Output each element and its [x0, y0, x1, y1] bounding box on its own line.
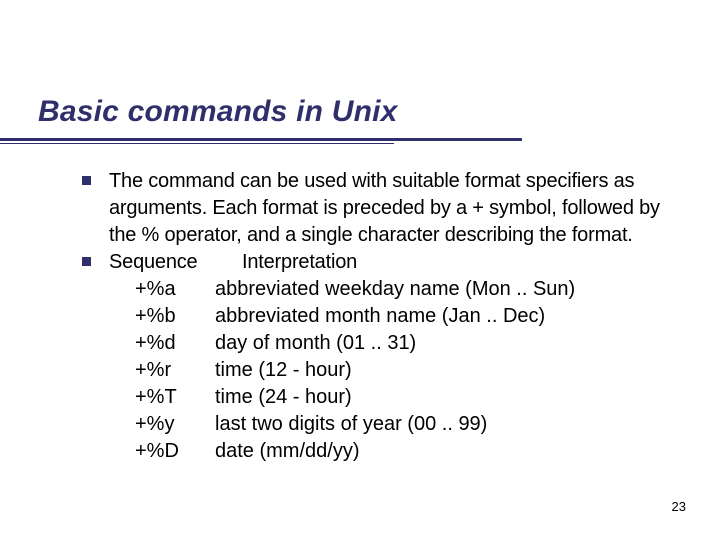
cell-sequence: +%a — [135, 276, 215, 303]
cell-interpretation: day of month (01 .. 31) — [215, 330, 416, 357]
cell-interpretation: abbreviated weekday name (Mon .. Sun) — [215, 276, 575, 303]
table-row: +%T time (24 - hour) — [135, 384, 680, 411]
header-interpretation: Interpretation — [242, 249, 357, 276]
table-row: +%y last two digits of year (00 .. 99) — [135, 411, 680, 438]
bullet-square-icon — [82, 176, 91, 185]
title-underline-thin — [0, 143, 394, 144]
cell-sequence: +%r — [135, 357, 215, 384]
table-row: +%b abbreviated month name (Jan .. Dec) — [135, 303, 680, 330]
cell-interpretation: date (mm/dd/yy) — [215, 438, 359, 465]
cell-interpretation: abbreviated month name (Jan .. Dec) — [215, 303, 545, 330]
cell-interpretation: time (12 - hour) — [215, 357, 352, 384]
cell-sequence: +%y — [135, 411, 215, 438]
slide: Basic commands in Unix The command can b… — [0, 0, 720, 540]
table-row: +%a abbreviated weekday name (Mon .. Sun… — [135, 276, 680, 303]
page-number: 23 — [672, 499, 686, 514]
paragraph-text: The command can be used with suitable fo… — [109, 168, 680, 249]
table-row: +%d day of month (01 .. 31) — [135, 330, 680, 357]
bullet-item: The command can be used with suitable fo… — [82, 168, 680, 249]
cell-interpretation: last two digits of year (00 .. 99) — [215, 411, 487, 438]
slide-title: Basic commands in Unix — [38, 95, 682, 129]
cell-interpretation: time (24 - hour) — [215, 384, 352, 411]
cell-sequence: +%b — [135, 303, 215, 330]
header-sequence: Sequence — [109, 249, 242, 276]
title-underline-thick — [0, 138, 522, 141]
cell-sequence: +%D — [135, 438, 215, 465]
slide-body: The command can be used with suitable fo… — [82, 168, 680, 465]
bullet-item: Sequence Interpretation — [82, 249, 680, 276]
cell-sequence: +%T — [135, 384, 215, 411]
table-row: +%D date (mm/dd/yy) — [135, 438, 680, 465]
format-header-row: Sequence Interpretation — [109, 249, 357, 276]
format-table: +%a abbreviated weekday name (Mon .. Sun… — [135, 276, 680, 465]
cell-sequence: +%d — [135, 330, 215, 357]
table-row: +%r time (12 - hour) — [135, 357, 680, 384]
bullet-square-icon — [82, 257, 91, 266]
